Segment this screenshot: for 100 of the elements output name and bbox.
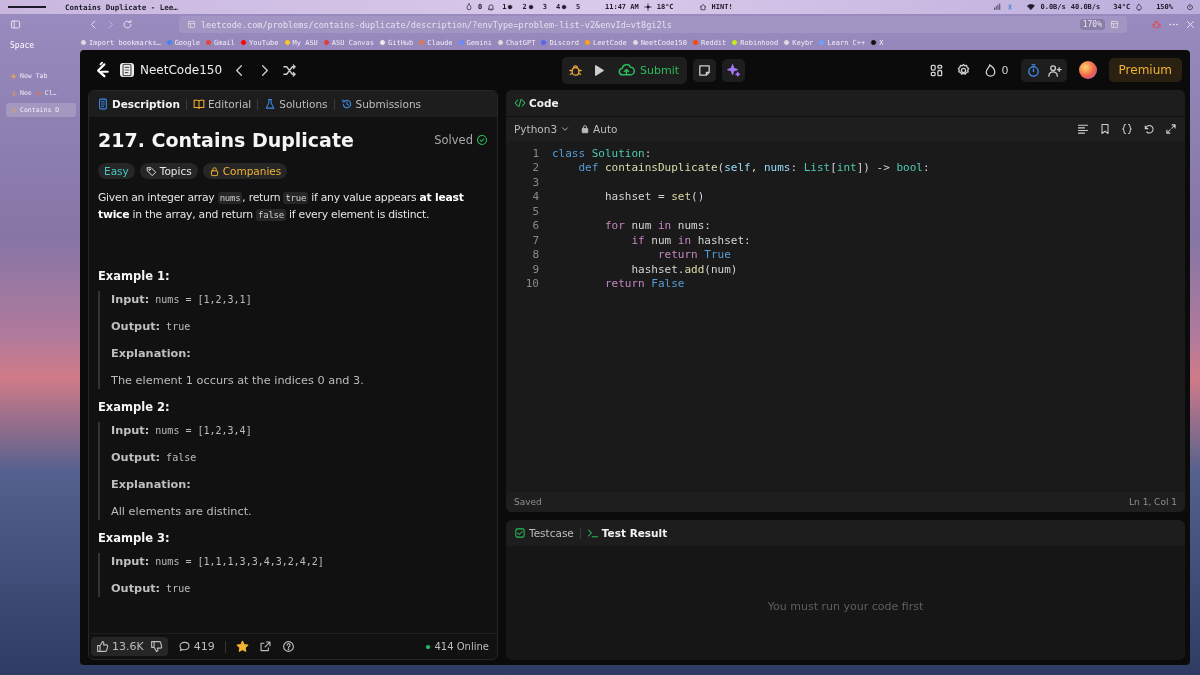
example-field: Output: false <box>111 449 488 466</box>
bell-icon[interactable] <box>487 3 496 11</box>
submit-button[interactable]: Submit <box>614 59 684 81</box>
problem-list-link[interactable]: NeetCode150 <box>120 63 223 77</box>
example-heading: Example 2: <box>98 400 171 414</box>
tab-icon <box>97 98 109 110</box>
wifi-icon[interactable] <box>1027 3 1036 11</box>
line-number: 1 <box>531 146 539 160</box>
panel-tab[interactable]: Test Result <box>586 527 668 539</box>
line-number: 3 <box>531 175 539 189</box>
list-icon <box>120 63 134 77</box>
example-heading: Example 3: <box>98 531 171 545</box>
example-label: Explanation: <box>111 346 192 362</box>
notes-button[interactable] <box>693 58 717 82</box>
layout-icon[interactable] <box>928 62 944 78</box>
flame-icon <box>1135 3 1144 11</box>
code-line: for num in nums: <box>603 219 711 233</box>
tab-icon <box>192 98 205 110</box>
shuffle-icon[interactable] <box>282 62 298 78</box>
tab-icon <box>340 98 353 110</box>
site-icon <box>731 39 739 46</box>
site-icon <box>204 39 212 46</box>
example-field: Input: nums = [1,2,3,1] <box>111 291 488 308</box>
streak-counter[interactable]: 0 <box>982 62 1009 78</box>
tab-favicon-icon <box>10 72 17 80</box>
help-icon[interactable] <box>281 640 295 653</box>
comment-icon <box>177 640 191 653</box>
power-icon[interactable] <box>1186 3 1194 11</box>
panel-tab[interactable]: Description <box>97 98 180 110</box>
panel-tab[interactable]: Testcase <box>514 527 574 539</box>
code-line: def containsDuplicate(self, nums: List[int]) -> bool: <box>577 161 930 175</box>
example-field: Output: true <box>111 580 488 597</box>
tab-icon <box>586 527 599 539</box>
comments-button[interactable]: 419 <box>177 640 215 653</box>
sparkle-icon <box>726 62 742 78</box>
line-number: 6 <box>531 219 539 233</box>
tab-favicon-icon <box>10 106 17 114</box>
ai-button[interactable] <box>722 58 746 82</box>
check-icon <box>476 134 488 146</box>
tag-icon <box>145 165 157 177</box>
problem-title: 217. Contains Duplicate <box>98 129 354 151</box>
code-line: return True <box>656 248 731 262</box>
settings-icon[interactable] <box>955 62 971 78</box>
site-icon <box>165 39 173 46</box>
expand-icon[interactable] <box>1165 123 1177 135</box>
code-line: hashset = set() <box>603 190 705 204</box>
bookmark-icon[interactable] <box>1099 123 1111 135</box>
premium-button[interactable]: Premium <box>1108 58 1182 82</box>
note-icon <box>697 62 713 78</box>
weather-icon <box>643 3 652 11</box>
braces-icon[interactable] <box>1121 123 1133 135</box>
house-icon <box>698 3 707 11</box>
reset-icon[interactable] <box>1143 123 1155 135</box>
star-icon[interactable] <box>235 640 249 653</box>
code-line: class Solution: <box>552 146 652 160</box>
timer-icon[interactable] <box>1025 62 1041 78</box>
panel-tab[interactable]: Editorial <box>192 98 252 110</box>
sidebar-toggle-icon[interactable] <box>10 19 21 30</box>
line-number: 7 <box>531 233 539 247</box>
tab-favicon-icon <box>34 89 42 97</box>
panel-tab[interactable]: Submissions <box>340 98 422 110</box>
format-icon[interactable] <box>1077 123 1089 135</box>
code-line: hashset.add(num) <box>630 262 738 276</box>
debug-icon[interactable] <box>568 62 583 78</box>
code-editor[interactable]: 1 class Solution: 2 def containsDuplicate(self, nums: List[int]) -> bool: 3 4 hashset = set() 5 6 for num in nums: 7 if num in hashset: 8 return True 9 hashset.add(num) 10 return False <box>506 141 1185 492</box>
upload-icon <box>618 61 635 79</box>
tab-icon <box>264 98 277 110</box>
lock-icon <box>580 124 591 134</box>
drop-icon[interactable] <box>465 3 473 11</box>
code-icon <box>514 97 526 109</box>
topics-chip[interactable]: Topics <box>139 163 198 179</box>
signal-icon <box>993 3 1002 11</box>
site-icon <box>818 39 826 46</box>
site-icon <box>692 39 699 46</box>
zoom-level[interactable]: 170% <box>1079 19 1105 30</box>
language-dropdown[interactable]: Python3 <box>514 123 571 135</box>
site-icon <box>870 39 878 46</box>
panel-tab[interactable]: Solutions <box>264 98 328 110</box>
site-icon <box>283 39 291 46</box>
line-number: 8 <box>531 248 539 262</box>
share-icon[interactable] <box>258 640 272 653</box>
line-number: 4 <box>531 190 539 204</box>
line-number: 9 <box>531 262 539 276</box>
chevron-down-icon <box>560 124 571 134</box>
site-icon <box>80 39 87 46</box>
like-button[interactable]: 13.6K <box>96 640 144 653</box>
address-bar[interactable]: leetcode.com/problems/contains-duplicate/description/?envType=problem-list-v2&envId=vt8gi2ls 170% <box>179 16 1127 33</box>
site-icon <box>496 39 504 46</box>
save-status: Saved <box>514 497 542 507</box>
status-dot-icon <box>425 643 432 650</box>
site-icon <box>457 39 465 46</box>
tab-icon <box>514 527 526 539</box>
example-explanation: The element 1 occurs at the indices 0 and 3. <box>111 373 365 389</box>
code-tab[interactable]: Code <box>514 97 559 109</box>
add-user-icon[interactable] <box>1046 62 1062 78</box>
thumbs-down-icon[interactable] <box>149 640 163 653</box>
avatar-icon[interactable] <box>1078 61 1097 79</box>
site-icon <box>379 39 386 46</box>
space-label: Space <box>10 41 36 50</box>
companies-chip[interactable]: Companies <box>202 163 288 179</box>
